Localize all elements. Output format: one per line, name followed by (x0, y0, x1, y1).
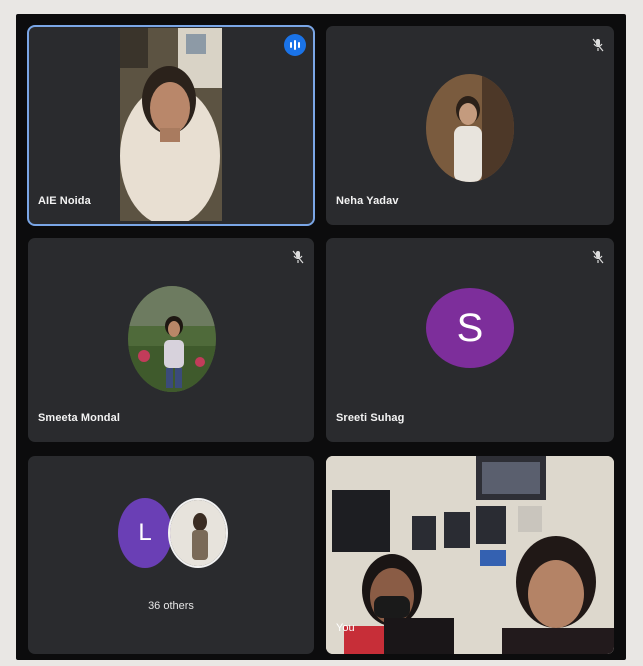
participant-name: AIE Noida (38, 195, 91, 207)
self-label: You (336, 622, 355, 634)
avatar: S (426, 288, 514, 368)
participant-name: Neha Yadav (336, 195, 399, 207)
others-tile[interactable]: L 36 others (28, 456, 314, 654)
participant-name: Smeeta Mondal (38, 412, 120, 424)
self-view-tile[interactable]: You (326, 456, 614, 654)
participant-name: Sreeti Suhag (336, 412, 405, 424)
mic-off-icon (592, 38, 604, 52)
avatar (128, 286, 216, 392)
avatar: L (118, 498, 172, 568)
meeting-grid: AIE Noida Neha Yadav Smeeta Mondal S Sre… (16, 14, 626, 660)
mic-off-icon (592, 250, 604, 264)
avatar (168, 498, 228, 568)
participant-tile-aie-noida[interactable]: AIE Noida (27, 25, 315, 226)
others-count-label: 36 others (148, 600, 194, 612)
participant-tile-smeeta-mondal[interactable]: Smeeta Mondal (28, 238, 314, 442)
avatar (426, 74, 514, 182)
participant-video (120, 28, 222, 221)
speaking-indicator-icon (284, 34, 306, 56)
mic-off-icon (292, 250, 304, 264)
participant-tile-neha-yadav[interactable]: Neha Yadav (326, 26, 614, 225)
self-video (326, 456, 614, 654)
participant-tile-sreeti-suhag[interactable]: S Sreeti Suhag (326, 238, 614, 442)
